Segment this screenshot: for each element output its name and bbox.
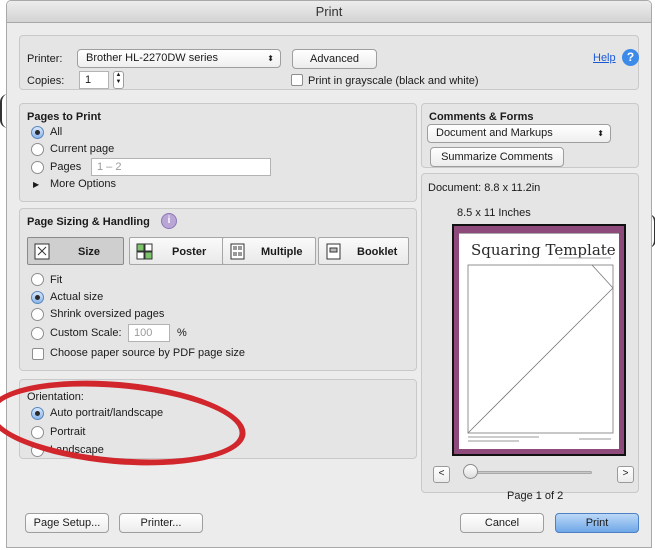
paper-source-checkbox[interactable] bbox=[32, 348, 44, 360]
shrink-oversized-radio[interactable] bbox=[31, 308, 44, 321]
next-page-button[interactable]: > bbox=[617, 466, 634, 483]
more-options-label[interactable]: More Options bbox=[50, 178, 116, 190]
window-title: Print bbox=[7, 1, 651, 23]
current-page-radio[interactable] bbox=[31, 143, 44, 156]
page-counter: Page 1 of 2 bbox=[507, 490, 564, 502]
cancel-button[interactable]: Cancel bbox=[460, 513, 544, 533]
page-slider-knob[interactable] bbox=[463, 464, 478, 479]
help-link[interactable]: Help bbox=[593, 52, 616, 64]
previous-page-button[interactable]: < bbox=[433, 466, 450, 483]
multiple-mode-button[interactable]: Multiple bbox=[222, 237, 316, 265]
copies-stepper[interactable]: ▲ ▼ bbox=[113, 71, 124, 89]
print-button[interactable]: Print bbox=[555, 513, 639, 533]
booklet-mode-icon bbox=[326, 243, 341, 260]
print-dialog: Print Printer: Brother HL-2270DW series … bbox=[6, 0, 652, 548]
poster-mode-icon bbox=[136, 243, 153, 260]
actual-size-label: Actual size bbox=[50, 291, 104, 303]
copies-label: Copies: bbox=[27, 75, 65, 87]
page-setup-button[interactable]: Page Setup... bbox=[25, 513, 109, 533]
preview-page-content: Squaring Template bbox=[459, 231, 621, 449]
custom-scale-label: Custom Scale: bbox=[50, 327, 122, 339]
size-mode-button[interactable]: Size bbox=[27, 237, 124, 265]
poster-mode-label: Poster bbox=[172, 246, 207, 258]
custom-scale-input[interactable]: 100 bbox=[128, 324, 170, 342]
booklet-mode-label: Booklet bbox=[357, 246, 398, 258]
preview-drawing bbox=[459, 231, 621, 442]
page-sizing-title: Page Sizing & Handling bbox=[27, 216, 150, 228]
printer-select[interactable]: Brother HL-2270DW series ⬍ bbox=[77, 49, 281, 68]
document-size-label: Document: 8.8 x 11.2in bbox=[428, 182, 541, 194]
paper-source-label: Choose paper source by PDF page size bbox=[50, 347, 246, 359]
advanced-button[interactable]: Advanced bbox=[292, 49, 377, 69]
size-mode-label: Size bbox=[78, 246, 101, 258]
paper-size-label: 8.5 x 11 Inches bbox=[457, 207, 531, 219]
help-icon[interactable]: ? bbox=[622, 49, 639, 66]
custom-scale-radio[interactable] bbox=[31, 327, 44, 340]
pages-to-print-title: Pages to Print bbox=[27, 111, 101, 123]
popup-arrows-icon: ⬍ bbox=[597, 129, 604, 138]
size-mode-icon bbox=[34, 243, 50, 260]
actual-size-radio[interactable] bbox=[31, 291, 44, 304]
grayscale-checkbox[interactable] bbox=[291, 74, 303, 86]
page-slider-track[interactable] bbox=[467, 471, 592, 474]
grayscale-label: Print in grayscale (black and white) bbox=[308, 75, 479, 87]
info-icon[interactable]: i bbox=[161, 213, 177, 229]
printer-select-value: Brother HL-2270DW series bbox=[86, 52, 219, 64]
booklet-mode-button[interactable]: Booklet bbox=[318, 237, 409, 265]
current-page-label: Current page bbox=[50, 143, 115, 155]
poster-mode-button[interactable]: Poster bbox=[129, 237, 226, 265]
all-pages-label: All bbox=[50, 126, 63, 138]
page-range-radio[interactable] bbox=[31, 161, 44, 174]
page-range-label: Pages bbox=[50, 161, 82, 173]
popup-arrows-icon: ⬍ bbox=[267, 54, 274, 63]
fit-radio[interactable] bbox=[31, 273, 44, 286]
shrink-oversized-label: Shrink oversized pages bbox=[50, 308, 165, 320]
copies-input[interactable]: 1 bbox=[79, 71, 109, 89]
fit-label: Fit bbox=[50, 274, 63, 286]
all-pages-radio[interactable] bbox=[31, 126, 44, 139]
more-options-disclosure-icon[interactable]: ▶ bbox=[33, 180, 39, 189]
summarize-comments-button[interactable]: Summarize Comments bbox=[430, 147, 564, 167]
printer-label: Printer: bbox=[27, 53, 63, 65]
multiple-mode-icon bbox=[230, 243, 245, 260]
multiple-mode-label: Multiple bbox=[261, 246, 303, 258]
printer-button[interactable]: Printer... bbox=[119, 513, 203, 533]
page-preview: Squaring Template bbox=[452, 224, 626, 456]
comments-select[interactable]: Document and Markups ⬍ bbox=[427, 124, 611, 143]
comments-select-value: Document and Markups bbox=[436, 127, 553, 139]
percent-label: % bbox=[177, 327, 187, 339]
page-range-input[interactable]: 1 – 2 bbox=[91, 158, 271, 176]
comments-forms-title: Comments & Forms bbox=[429, 111, 534, 123]
